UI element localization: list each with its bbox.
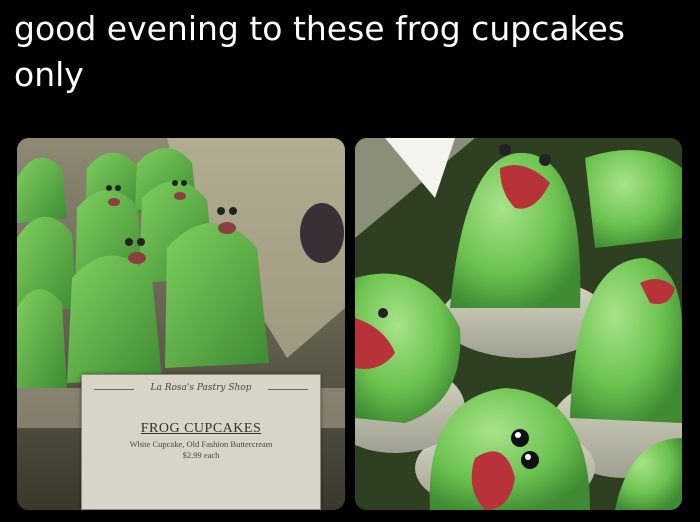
sign-price: $2.99 each xyxy=(182,450,220,460)
sign-title: FROG CUPCAKES xyxy=(140,421,262,436)
sign-description: White Cupcake, Old Fashion Buttercream xyxy=(129,439,273,449)
price-sign-card: La Rosa's Pastry Shop FROG CUPCAKES Whit… xyxy=(81,374,321,510)
frog-cupcakes-closeup-illustration xyxy=(355,138,682,510)
photo-right-closeup xyxy=(355,138,682,510)
meme-caption: good evening to these frog cupcakes only xyxy=(14,9,625,94)
sign-shop-name: La Rosa's Pastry Shop xyxy=(150,383,252,393)
chocolate-cupcake xyxy=(300,203,344,263)
photo-left-display-case: La Rosa's Pastry Shop FROG CUPCAKES Whit… xyxy=(17,138,345,510)
sign-divider-right xyxy=(268,389,308,390)
